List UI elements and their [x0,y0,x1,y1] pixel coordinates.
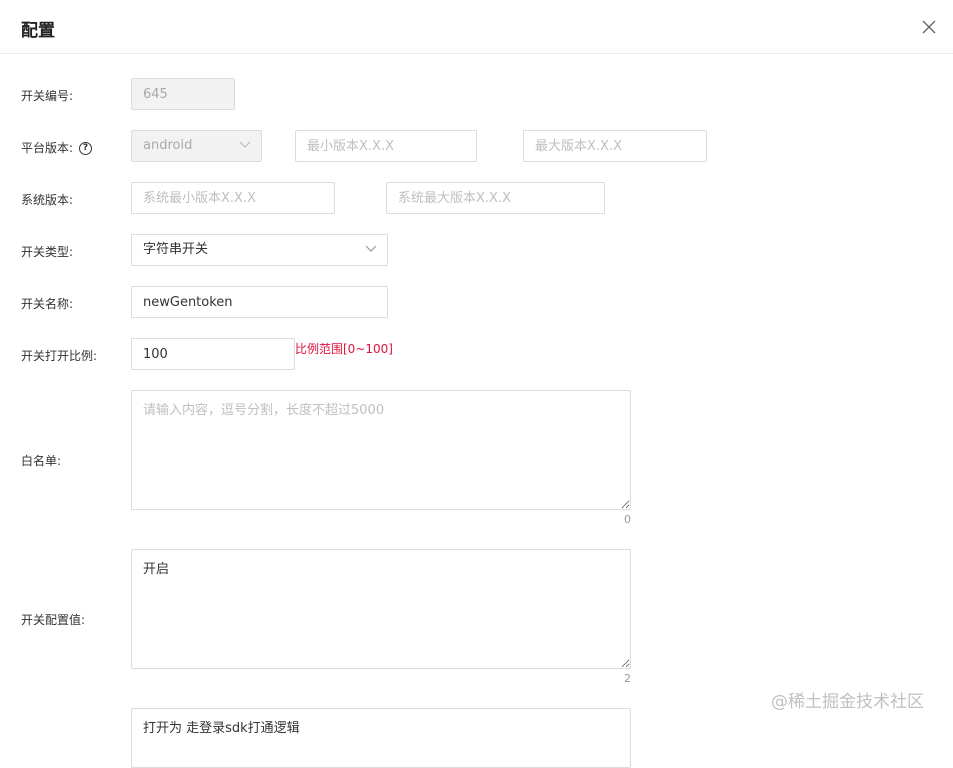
switch-type-label: 开关类型: [21,245,74,259]
platform-max-version-input[interactable] [523,130,707,162]
config-value-char-count: 2 [624,672,631,685]
close-icon[interactable] [918,16,940,38]
platform-select: android [131,130,262,162]
dialog-title: 配置 [21,21,55,41]
system-max-version-input[interactable] [386,182,605,214]
platform-version-text: 平台版本: [21,141,74,155]
switch-id-input [131,78,235,110]
platform-version-label: 平台版本:? [21,139,93,156]
switch-type-value: 字符串开关 [143,242,209,257]
config-value-textarea[interactable]: 开启 [131,549,631,669]
whitelist-textarea[interactable] [131,390,631,510]
switch-id-label: 开关编号: [21,89,74,103]
open-ratio-label: 开关打开比例: [21,349,98,363]
switch-name-input[interactable] [131,286,388,318]
watermark: @稀土掘金技术社区 [771,692,924,712]
config-value-label: 开关配置值: [21,613,86,627]
dialog-header: 配置 [0,0,953,54]
whitelist-char-count: 0 [624,513,631,526]
description-textarea[interactable]: 打开为 走登录sdk打通逻辑 [131,708,631,768]
open-ratio-input[interactable] [131,338,295,370]
switch-name-label: 开关名称: [21,297,74,311]
platform-min-version-input[interactable] [295,130,477,162]
system-min-version-input[interactable] [131,182,335,214]
chevron-down-icon [239,141,251,148]
ratio-range-hint: 比例范围[0~100] [295,342,393,356]
whitelist-label: 白名单: [21,454,62,468]
chevron-down-icon [365,245,377,252]
platform-select-value: android [143,138,193,153]
system-version-label: 系统版本: [21,193,74,207]
switch-type-select[interactable]: 字符串开关 [131,234,388,266]
question-circle-icon[interactable]: ? [79,142,93,155]
